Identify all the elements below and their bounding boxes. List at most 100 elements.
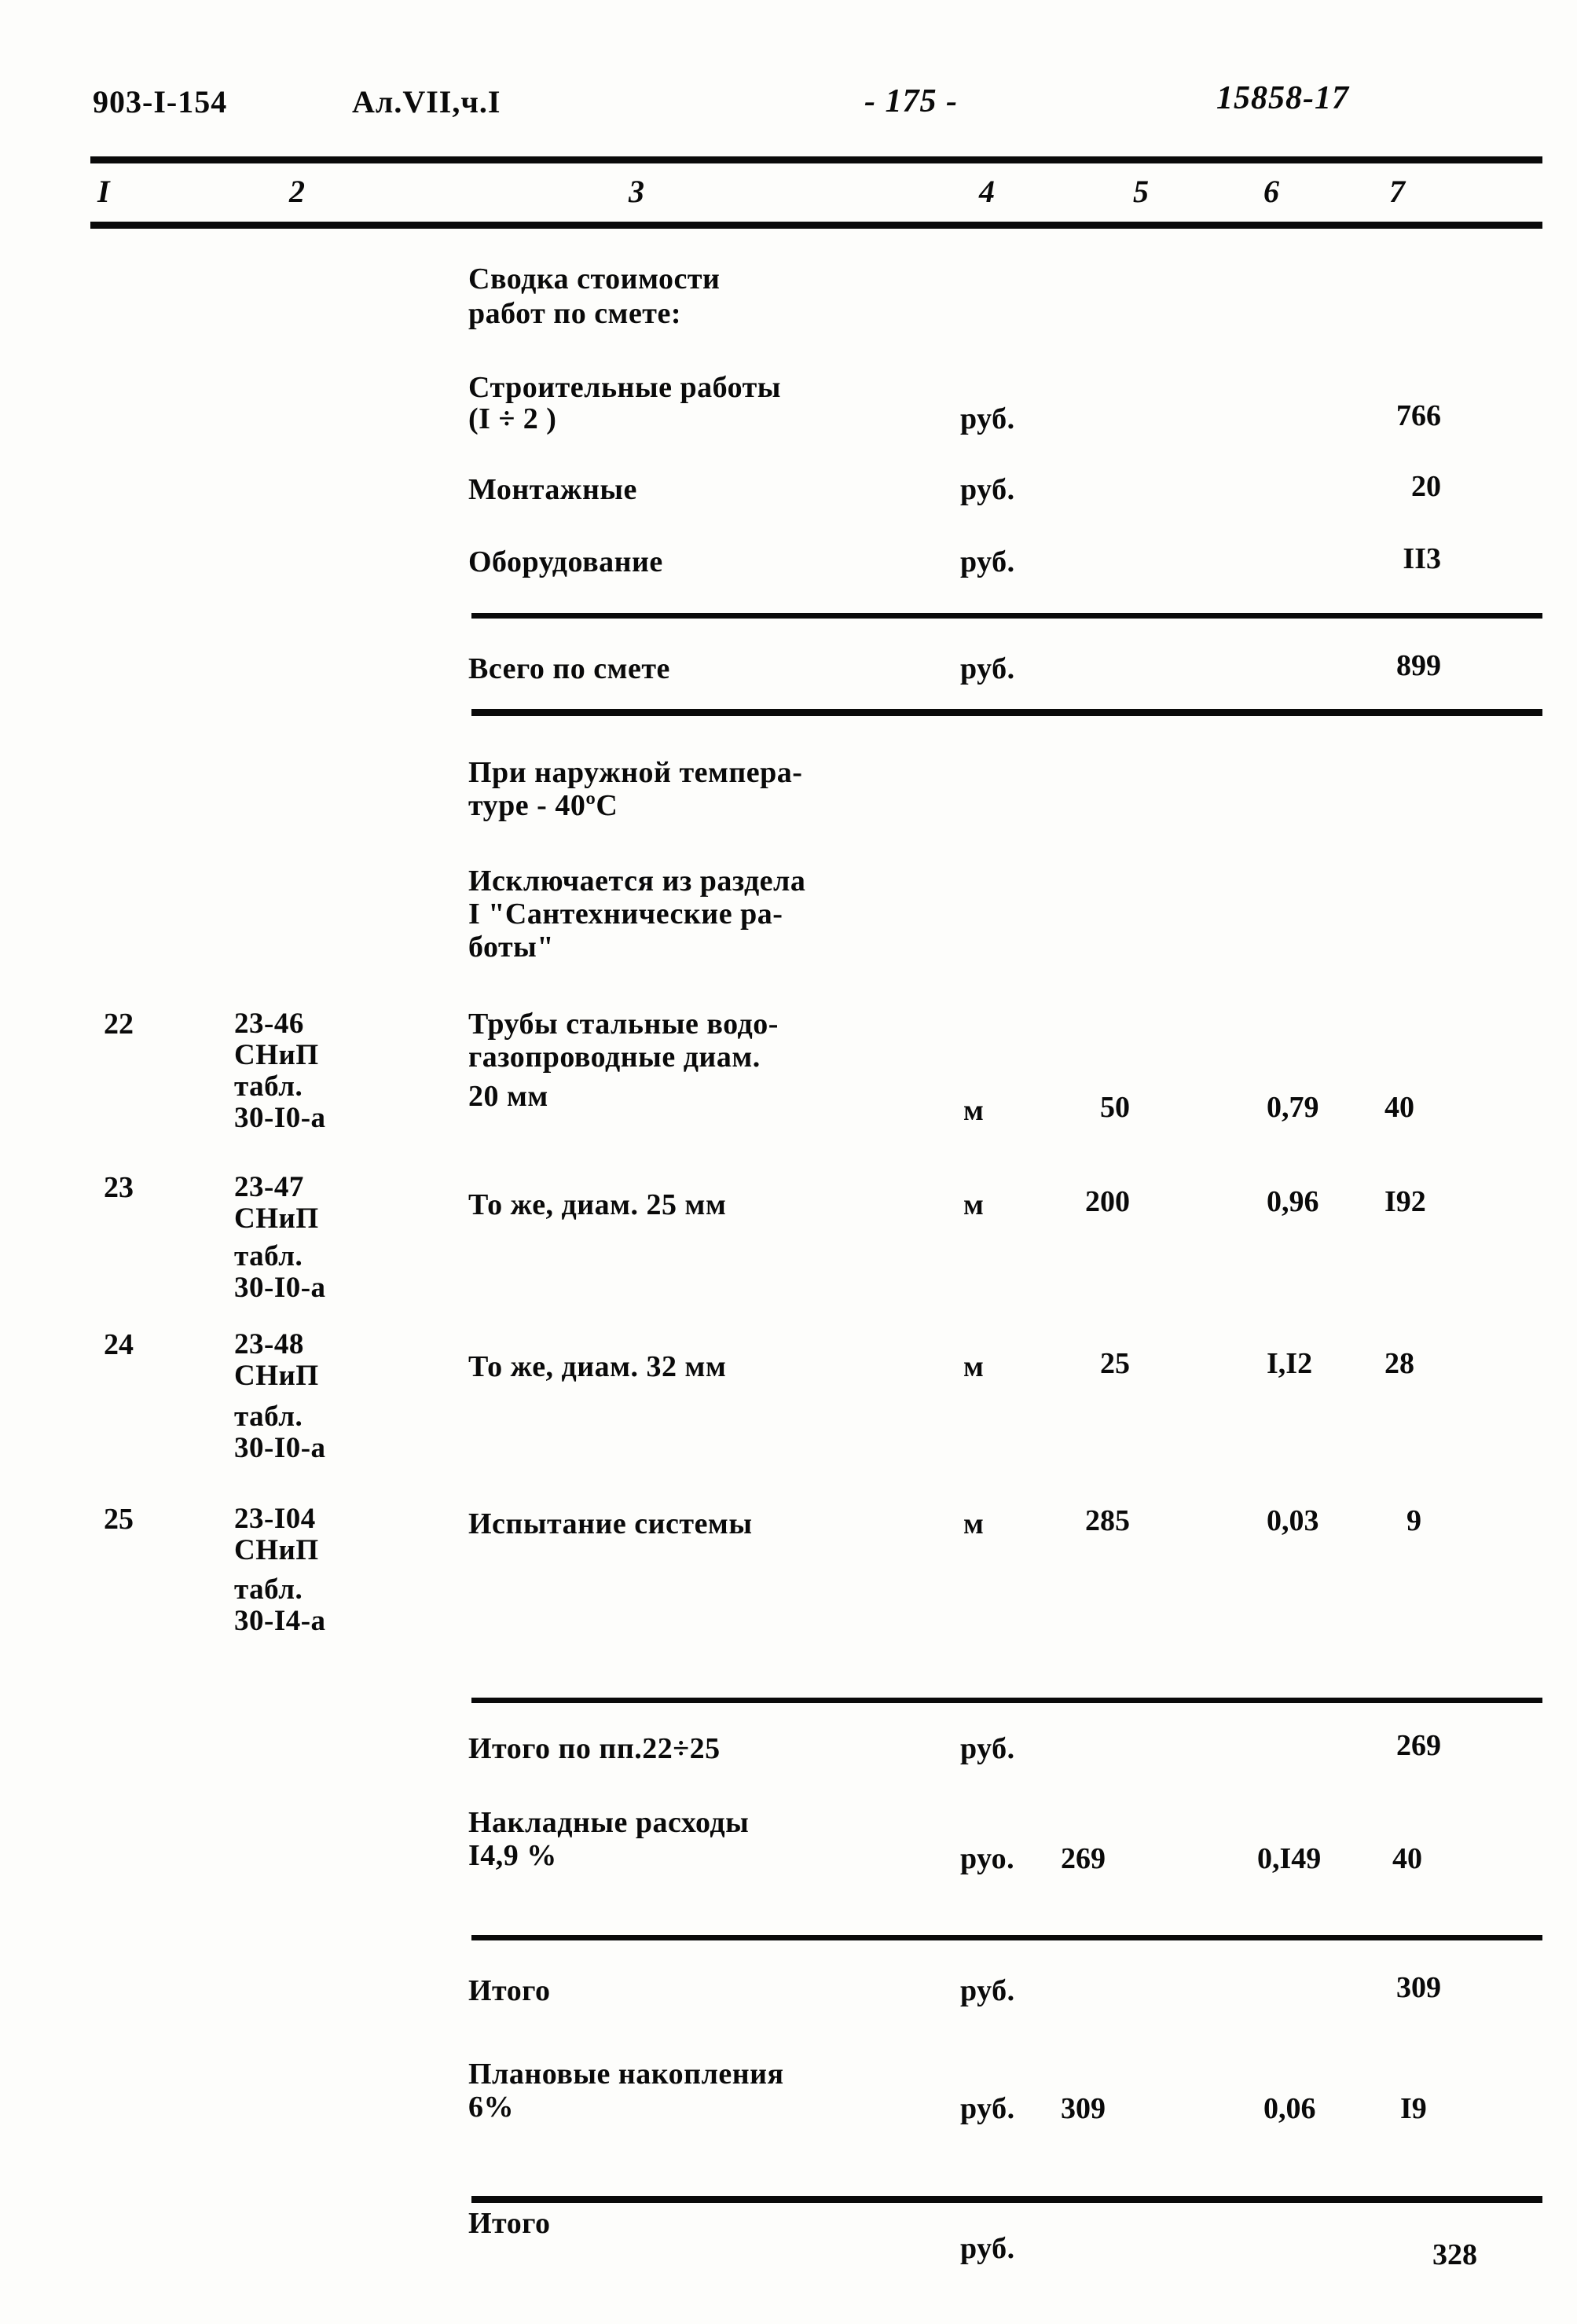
- total-row-unit: руб.: [960, 1732, 1015, 1765]
- total-row-label: Накладные расходы: [468, 1806, 750, 1839]
- total-row-unit: руб.: [960, 2232, 1015, 2265]
- table-row-code-sub: 30-I4-а: [234, 1605, 326, 1637]
- table-row-rate: 0,03: [1267, 1504, 1319, 1537]
- table-row-amount: I92: [1384, 1185, 1426, 1218]
- totals-rule-1: [471, 1698, 1542, 1703]
- table-row-amount: 40: [1384, 1091, 1414, 1124]
- summary-title-line1: Сводка стоимости: [468, 263, 721, 296]
- sheet-code: 15858-17: [1216, 80, 1349, 116]
- table-row-amount: 28: [1384, 1347, 1414, 1380]
- note-temperature-line2: туре - 40ºС: [468, 789, 618, 822]
- table-row-rate: I,I2: [1267, 1347, 1313, 1380]
- table-row-code-norm: СНиП: [234, 1039, 319, 1071]
- summary-row-label: Оборудование: [468, 545, 663, 578]
- album-ref: Ал.VII,ч.I: [352, 84, 501, 119]
- total-row-label: Итого: [468, 1974, 551, 2007]
- summary-total-rule-top: [471, 613, 1542, 619]
- table-row-code-tabl: табл.: [234, 1070, 303, 1103]
- column-header-2: 2: [289, 174, 305, 209]
- total-row-rate: 0,06: [1263, 2092, 1316, 2125]
- summary-row-label: Монтажные: [468, 473, 637, 506]
- summary-grand-total-unit: руб.: [960, 652, 1015, 685]
- summary-row-label-2: (I ÷ 2 ): [468, 402, 557, 435]
- total-row-unit: руб.: [960, 1974, 1015, 2007]
- table-row-unit: м: [963, 1507, 985, 1540]
- table-row-desc-line1: Испытание системы: [468, 1507, 753, 1540]
- table-row-qty: 25: [1100, 1347, 1130, 1380]
- totals-rule-3: [471, 2196, 1542, 2203]
- table-row-rate: 0,79: [1267, 1091, 1319, 1124]
- summary-row-amount: II3: [1403, 542, 1441, 575]
- table-row-code-tabl: табл.: [234, 1573, 303, 1606]
- summary-row-amount: 20: [1411, 470, 1441, 503]
- table-row-code: 23-46: [234, 1008, 304, 1040]
- table-row-code: 23-47: [234, 1171, 304, 1203]
- column-header-7: 7: [1389, 174, 1405, 209]
- column-header-6: 6: [1263, 174, 1279, 209]
- table-row-rate: 0,96: [1267, 1185, 1319, 1218]
- summary-row-unit: руб.: [960, 473, 1015, 506]
- note-exclusion-line2: I "Сантехнические ра-: [468, 898, 783, 931]
- doc-code: 903-I-154: [93, 84, 228, 119]
- table-row-code-tabl: табл.: [234, 1401, 303, 1433]
- total-row-qty: 309: [1061, 2092, 1106, 2125]
- table-row-code: 23-48: [234, 1328, 304, 1360]
- total-row-label: Итого: [468, 2207, 551, 2240]
- table-row-qty: 200: [1085, 1185, 1130, 1218]
- total-row-label: Итого по пп.22÷25: [468, 1732, 721, 1765]
- table-row-number: 24: [104, 1328, 134, 1361]
- total-row-amount: 269: [1396, 1729, 1441, 1762]
- table-row-desc-line3: 20 мм: [468, 1080, 548, 1113]
- summary-row-unit: руб.: [960, 545, 1015, 578]
- total-row-amount: 309: [1396, 1971, 1441, 2004]
- table-row-desc-line1: Трубы стальные водо-: [468, 1008, 779, 1041]
- total-row-rate: 0,I49: [1257, 1842, 1322, 1875]
- table-row-unit: м: [963, 1188, 985, 1221]
- table-row-number: 23: [104, 1171, 134, 1204]
- table-row-amount: 9: [1406, 1504, 1421, 1537]
- summary-row-amount: 766: [1396, 399, 1441, 432]
- table-row-code-sub: 30-I0-а: [234, 1102, 326, 1134]
- total-row-qty: 269: [1061, 1842, 1106, 1875]
- table-row-code-norm: СНиП: [234, 1202, 319, 1235]
- table-row-code: 23-I04: [234, 1503, 316, 1535]
- table-row-desc-line1: То же, диам. 32 мм: [468, 1350, 727, 1383]
- total-row-label-2: 6%: [468, 2091, 514, 2124]
- table-row-number: 25: [104, 1503, 134, 1536]
- total-row-label-2: I4,9 %: [468, 1839, 557, 1872]
- note-exclusion-line3: боты": [468, 931, 554, 964]
- summary-grand-total-amount: 899: [1396, 649, 1441, 682]
- table-row-code-tabl: табл.: [234, 1240, 303, 1272]
- table-row-unit: м: [963, 1094, 985, 1127]
- column-header-5: 5: [1133, 174, 1149, 209]
- total-row-label: Плановые накопления: [468, 2058, 784, 2091]
- column-header-4: 4: [979, 174, 995, 209]
- total-row-unit: руб.: [960, 2092, 1015, 2125]
- table-row-number: 22: [104, 1008, 134, 1041]
- header-rule-top: [90, 156, 1542, 163]
- page-number: - 175 -: [864, 83, 958, 119]
- total-row-amount: I9: [1400, 2092, 1427, 2125]
- table-row-code-sub: 30-I0-а: [234, 1272, 326, 1304]
- column-header-3: 3: [629, 174, 644, 209]
- table-row-code-norm: СНиП: [234, 1360, 319, 1392]
- table-row-qty: 50: [1100, 1091, 1130, 1124]
- total-row-amount: 40: [1392, 1842, 1422, 1875]
- table-row-desc-line2: газопроводные диам.: [468, 1041, 761, 1074]
- note-temperature-line1: При наружной темпера-: [468, 756, 803, 789]
- table-row-qty: 285: [1085, 1504, 1130, 1537]
- document-page: 903-I-154 Ал.VII,ч.I - 175 - 15858-17 I …: [0, 0, 1577, 2324]
- header-rule-bottom: [90, 222, 1542, 229]
- table-row-desc-line1: То же, диам. 25 мм: [468, 1188, 727, 1221]
- summary-total-rule-bottom: [471, 709, 1542, 716]
- total-row-unit: руо.: [960, 1842, 1015, 1875]
- summary-grand-total-label: Всего по смете: [468, 652, 670, 685]
- table-row-code-sub: 30-I0-а: [234, 1432, 326, 1464]
- summary-row-unit: руб.: [960, 402, 1015, 435]
- column-header-1: I: [97, 174, 110, 209]
- table-row-code-norm: СНиП: [234, 1534, 319, 1566]
- summary-title-line2: работ по смете:: [468, 297, 681, 330]
- total-row-amount: 328: [1432, 2238, 1477, 2271]
- totals-rule-2: [471, 1935, 1542, 1940]
- table-row-unit: м: [963, 1350, 985, 1383]
